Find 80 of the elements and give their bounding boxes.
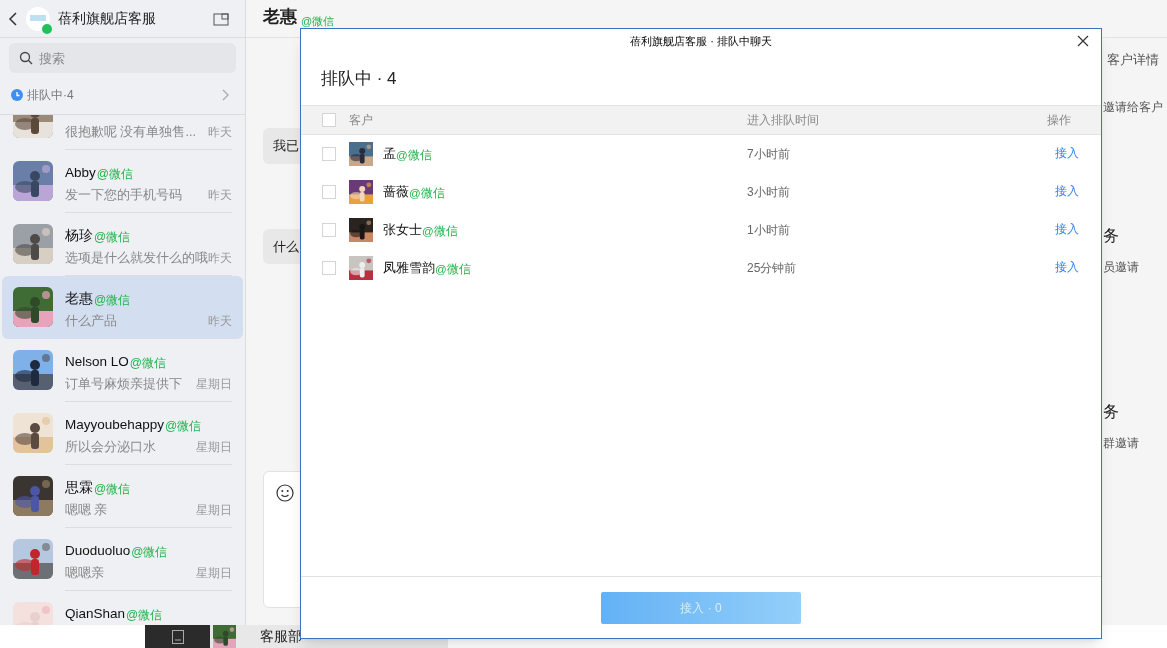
section-heading: 务 <box>1103 401 1120 422</box>
column-header: 进入排队时间 <box>747 112 820 129</box>
queue-label: 排队中·4 <box>27 86 74 104</box>
dialog-title: 蓓利旗舰店客服 · 排队中聊天 <box>630 33 772 49</box>
clock-icon <box>11 88 23 101</box>
accept-link[interactable]: 接入 <box>1055 259 1079 277</box>
chevron-icon <box>222 88 229 101</box>
queue-time: 25分钟前 <box>747 260 798 277</box>
back-icon[interactable] <box>8 10 18 27</box>
search-icon <box>19 51 33 65</box>
source-tag: @微信 <box>301 12 335 29</box>
message-preview: 嗯嗯亲 <box>65 565 104 582</box>
customer-name: 孟 <box>383 145 396 164</box>
message-preview: 很抱歉呢 没有单独售... <box>65 124 196 141</box>
window-icon <box>171 629 184 644</box>
account-name: 蓓利旗舰店客服 <box>58 9 156 28</box>
queue-row[interactable]: 排队中·4 <box>0 75 245 115</box>
section-text: 群邀请 <box>1103 434 1140 452</box>
message-time: 星期日 <box>196 376 232 393</box>
section-heading: 务 <box>1103 225 1120 246</box>
queue-time: 7小时前 <box>747 146 791 163</box>
section-text: 员邀请 <box>1103 258 1140 276</box>
accept-link[interactable]: 接入 <box>1055 183 1079 201</box>
select-all-checkbox[interactable] <box>322 113 336 127</box>
contact-name: 杨珍 <box>65 226 93 245</box>
emoji-icon[interactable] <box>276 484 294 502</box>
source-tag: @微信 <box>435 260 471 278</box>
contact-name: Mayyoubehappy <box>65 415 165 434</box>
source-tag: @微信 <box>96 165 133 183</box>
contact-name: 思霖 <box>65 478 93 497</box>
close-icon[interactable] <box>1077 35 1089 47</box>
customer-name: 凤雅雪韵 <box>383 259 435 278</box>
customer-name: 张女士 <box>383 221 422 240</box>
source-tag: @微信 <box>409 184 445 202</box>
dialog-heading: 排队中 · 4 <box>321 68 397 91</box>
source-tag: @微信 <box>165 417 202 435</box>
message-preview: 嗯嗯 亲 <box>65 502 108 519</box>
accept-link[interactable]: 接入 <box>1055 145 1079 163</box>
contact-name: Nelson LO <box>65 352 129 371</box>
message-time: 昨天 <box>208 124 232 141</box>
source-tag: @微信 <box>126 606 163 624</box>
contact-name: 老惠 <box>65 289 93 308</box>
message-preview: 所以会分泌口水 <box>65 439 156 456</box>
contact-name: QianShan <box>65 604 126 623</box>
chat-title: 老惠 <box>263 5 297 28</box>
details-tab[interactable]: 客户详情 <box>1103 50 1167 70</box>
source-tag: @微信 <box>422 222 458 240</box>
source-tag: @微信 <box>94 228 131 246</box>
checkbox[interactable] <box>322 223 336 237</box>
checkbox[interactable] <box>322 147 336 161</box>
column-header: 客户 <box>349 112 374 129</box>
message-time: 昨天 <box>208 313 232 330</box>
message-preview: 发一下您的手机号码 <box>65 187 182 204</box>
customer-name: 蔷薇 <box>383 183 409 202</box>
search-field[interactable]: 搜索 <box>9 43 236 73</box>
message-preview: 什么产品 <box>65 313 117 330</box>
source-tag: @微信 <box>129 354 166 372</box>
message-time: 星期日 <box>196 502 232 519</box>
source-tag: @微信 <box>396 146 432 164</box>
accept-link[interactable]: 接入 <box>1055 221 1079 239</box>
column-header: 操作 <box>1047 112 1071 129</box>
message-time: 星期日 <box>196 565 232 582</box>
taskbar-button[interactable] <box>145 625 210 648</box>
message-preview: 选项是什么就发什么的哦 <box>65 250 208 267</box>
window-icon[interactable] <box>213 11 229 26</box>
checkbox[interactable] <box>322 261 336 275</box>
queue-time: 1小时前 <box>747 222 791 239</box>
source-tag: @微信 <box>94 480 131 498</box>
message-time: 昨天 <box>208 187 232 204</box>
section-text: 邀请给客户 <box>1103 98 1164 116</box>
source-tag: @微信 <box>94 291 131 309</box>
queue-time: 3小时前 <box>747 184 791 201</box>
message-preview: 订单号麻烦亲提供下 <box>65 376 182 393</box>
checkbox[interactable] <box>322 185 336 199</box>
message-time: 星期日 <box>196 439 232 456</box>
store-avatar <box>26 6 50 31</box>
contact-name: Duoduoluo <box>65 541 131 560</box>
message-time: 昨天 <box>208 250 232 267</box>
source-tag: @微信 <box>131 543 168 561</box>
contact-name: Abby <box>65 163 96 182</box>
